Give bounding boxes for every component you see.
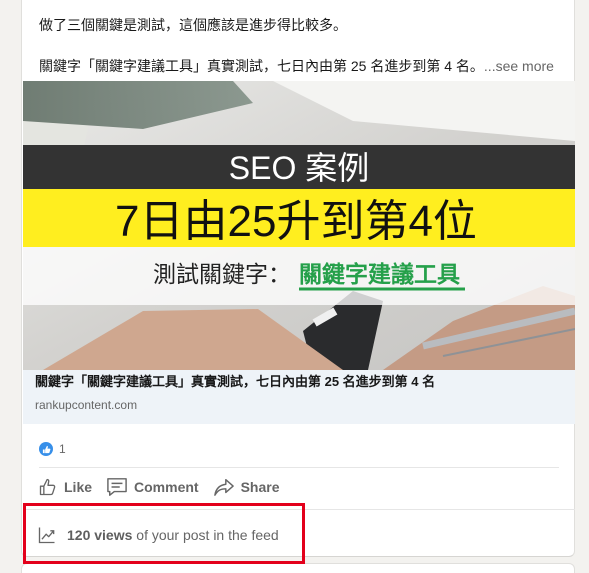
like-label: Like xyxy=(64,479,93,495)
comment-label: Comment xyxy=(134,479,199,495)
comment-button[interactable]: Comment xyxy=(106,477,199,497)
post-text-line-2-content: 關鍵字「關鍵字建議工具」真實測試，七日內由第 25 名進步到第 4 名。 xyxy=(39,58,484,74)
thumbs-up-icon xyxy=(39,478,56,496)
actions-divider xyxy=(39,467,559,468)
post-text-line-2: 關鍵字「關鍵字建議工具」真實測試，七日內由第 25 名進步到第 4 名。...s… xyxy=(39,56,554,76)
post-image[interactable]: SEO 案例 7日由25升到第4位 測試關鍵字： 關鍵字建議工具 xyxy=(23,81,575,370)
share-icon xyxy=(213,479,234,496)
post-card: 做了三個關鍵是測試，這個應該是進步得比較多。 關鍵字「關鍵字建議工具」真實測試，… xyxy=(21,0,575,557)
highlight-annotation-box xyxy=(23,503,305,564)
image-heading-text: SEO 案例 xyxy=(229,150,369,186)
post-text-line-1: 做了三個關鍵是測試，這個應該是進步得比較多。 xyxy=(39,17,347,33)
comment-icon xyxy=(107,478,127,496)
image-headline-text: 7日由25升到第4位 xyxy=(115,197,477,246)
image-subtitle-prefix: 測試關鍵字： xyxy=(153,261,291,287)
share-label: Share xyxy=(240,479,280,495)
see-more-link[interactable]: ...see more xyxy=(484,58,554,74)
social-actions-bar: Like Comment Share xyxy=(38,477,294,497)
image-subtitle-keyword: 關鍵字建議工具 xyxy=(299,261,460,287)
like-reaction-icon xyxy=(39,442,53,456)
link-preview-domain: rankupcontent.com xyxy=(35,398,138,412)
link-preview-title[interactable]: 關鍵字「關鍵字建議工具」真實測試，七日內由第 25 名進步到第 4 名 xyxy=(35,371,435,390)
reaction-count[interactable]: 1 xyxy=(59,442,66,456)
link-preview[interactable]: 關鍵字「關鍵字建議工具」真實測試，七日內由第 25 名進步到第 4 名 rank… xyxy=(23,370,575,424)
like-button[interactable]: Like xyxy=(38,477,92,497)
next-post-card-edge xyxy=(21,563,575,573)
reactions-summary[interactable]: 1 xyxy=(39,442,66,456)
share-button[interactable]: Share xyxy=(213,477,280,497)
